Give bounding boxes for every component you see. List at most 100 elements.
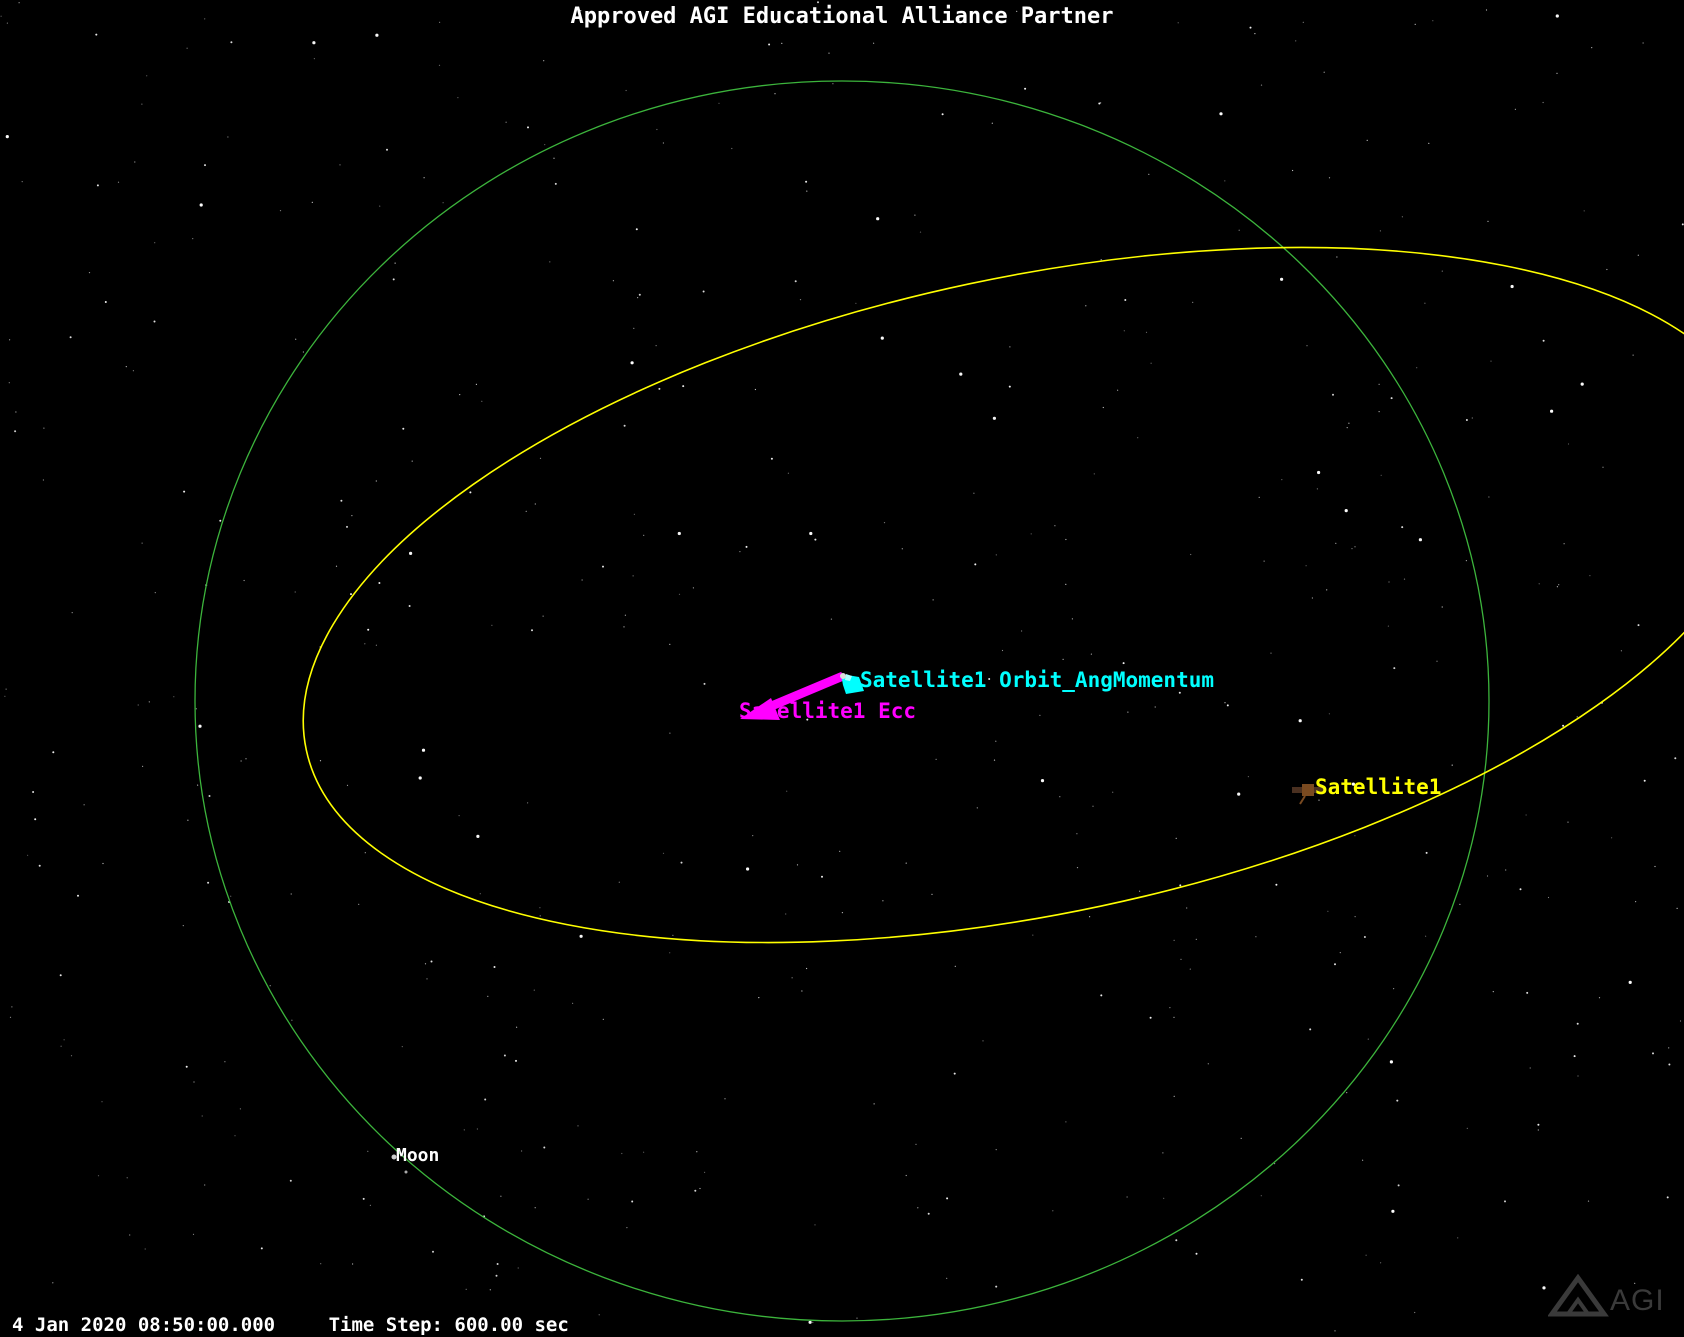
star <box>1401 216 1403 218</box>
star <box>411 460 413 462</box>
star <box>1065 1121 1067 1123</box>
star <box>543 1146 546 1149</box>
star <box>219 519 222 522</box>
star <box>1300 1278 1303 1281</box>
star <box>240 760 242 762</box>
star <box>1237 792 1241 796</box>
star <box>1378 383 1380 385</box>
star <box>375 33 379 37</box>
star <box>1583 210 1585 212</box>
star <box>59 974 62 977</box>
star <box>1226 704 1229 707</box>
eccentricity-label[interactable]: Satellite1 Ecc <box>739 701 916 722</box>
star <box>487 995 489 998</box>
star <box>1335 542 1337 545</box>
angular-momentum-label[interactable]: Satellite1 Orbit_AngMomentum <box>860 670 1214 691</box>
star <box>193 1081 195 1083</box>
star <box>208 795 211 797</box>
star <box>694 1189 697 1192</box>
star <box>243 579 245 582</box>
star <box>669 952 671 954</box>
star <box>430 960 433 963</box>
star <box>1076 867 1079 869</box>
star <box>731 147 733 150</box>
star <box>83 804 85 806</box>
star <box>1416 367 1418 369</box>
satellite-label[interactable]: Satellite1 <box>1315 777 1441 798</box>
star <box>855 302 857 304</box>
star <box>260 1247 263 1250</box>
star <box>598 1314 600 1316</box>
star <box>1311 597 1313 599</box>
star <box>43 427 45 429</box>
star <box>1676 907 1678 910</box>
star <box>1254 33 1256 35</box>
star <box>204 164 206 167</box>
3d-graphics-window[interactable]: Approved AGI Educational Alliance Partne… <box>0 0 1684 1337</box>
star <box>1090 653 1092 655</box>
star <box>812 1321 814 1323</box>
star <box>1466 1127 1468 1129</box>
star <box>699 1187 701 1190</box>
star <box>856 1317 858 1319</box>
status-bar: 4 Jan 2020 08:50:00.000 Time Step: 600.0… <box>12 1314 569 1336</box>
star <box>746 867 750 871</box>
space-scene[interactable] <box>0 0 1684 1337</box>
star <box>1065 583 1067 586</box>
star-field <box>0 1 1684 1333</box>
star <box>88 272 91 274</box>
star <box>1401 526 1404 529</box>
star <box>1354 835 1356 837</box>
star <box>1123 330 1125 332</box>
star <box>1124 299 1127 301</box>
star <box>696 1151 698 1153</box>
star <box>1332 393 1334 396</box>
star <box>880 336 884 340</box>
star <box>418 776 422 780</box>
star <box>182 925 184 927</box>
star <box>1487 220 1489 222</box>
star <box>799 299 802 301</box>
star <box>1628 980 1632 985</box>
star <box>1393 667 1396 670</box>
star <box>1122 662 1125 665</box>
star <box>1576 1022 1579 1025</box>
star <box>1526 991 1529 994</box>
star <box>814 1224 816 1226</box>
star <box>401 1046 403 1048</box>
star <box>484 1098 487 1101</box>
star <box>96 184 99 187</box>
moon-label[interactable]: Moon <box>396 1147 439 1165</box>
star <box>1071 618 1073 620</box>
star <box>495 1274 498 1277</box>
star <box>914 214 916 216</box>
star <box>954 965 956 967</box>
star <box>489 1289 491 1291</box>
star <box>655 345 657 347</box>
star <box>841 912 844 914</box>
star <box>1186 907 1188 909</box>
star <box>1378 411 1380 413</box>
star <box>245 758 247 760</box>
star <box>1175 837 1177 840</box>
star <box>1059 796 1061 798</box>
star <box>4 695 6 697</box>
star <box>612 280 615 282</box>
star <box>9 339 11 341</box>
star <box>549 261 551 263</box>
star <box>102 862 104 865</box>
star <box>141 542 143 544</box>
star <box>201 1115 203 1117</box>
star <box>392 278 395 281</box>
star <box>993 759 996 761</box>
star <box>1668 1063 1671 1066</box>
star <box>1021 630 1023 632</box>
star <box>901 548 903 550</box>
star <box>770 457 773 460</box>
star <box>1052 1210 1054 1212</box>
star <box>1366 139 1368 141</box>
star <box>774 93 776 95</box>
star <box>1510 284 1514 289</box>
star <box>185 1065 188 1068</box>
star <box>643 1151 645 1153</box>
